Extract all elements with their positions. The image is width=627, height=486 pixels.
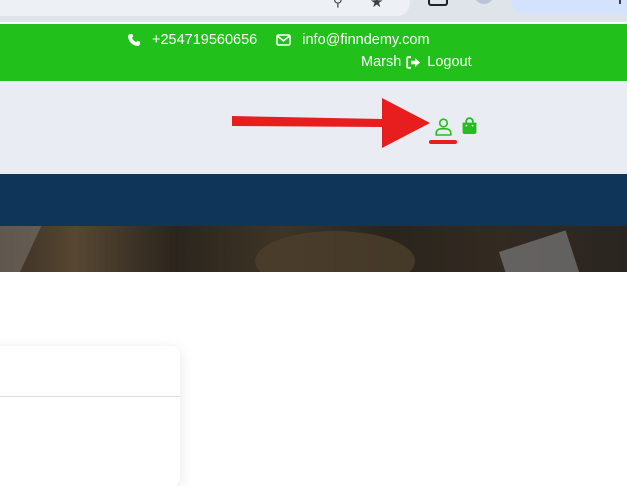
menu-dots-icon[interactable] <box>619 0 621 4</box>
logout-link[interactable]: Logout <box>427 54 471 70</box>
browser-pill-button[interactable] <box>512 0 627 14</box>
email-link[interactable]: info@finndemy.com <box>302 32 429 48</box>
card-divider <box>0 396 180 397</box>
contact-info: +254719560656 info@finndemy.com <box>127 32 430 48</box>
bookmark-star-icon[interactable]: ★ <box>370 0 383 11</box>
envelope-icon <box>276 34 292 46</box>
cart-button[interactable] <box>461 117 479 135</box>
address-bar[interactable] <box>0 0 410 16</box>
phone-icon <box>127 33 141 47</box>
phone-number-link[interactable]: +254719560656 <box>152 32 257 48</box>
profile-avatar-icon[interactable] <box>474 0 494 4</box>
sign-out-icon[interactable] <box>406 55 421 69</box>
extensions-icon[interactable] <box>428 0 448 6</box>
browser-toolbar: ⚲ ★ <box>0 0 627 22</box>
shopping-bag-icon <box>461 117 478 139</box>
account-button[interactable] <box>429 112 459 146</box>
user-icon <box>435 118 452 141</box>
main-navbar <box>0 174 627 226</box>
user-session: Marsh Logout <box>361 54 472 70</box>
hero-image <box>0 226 627 272</box>
content-card <box>0 346 180 486</box>
annotation-underline <box>429 140 457 144</box>
top-contact-bar: +254719560656 info@finndemy.com Marsh Lo… <box>0 24 627 81</box>
username-label: Marsh <box>361 54 402 70</box>
red-arrow-annotation <box>232 98 430 148</box>
zoom-icon[interactable]: ⚲ <box>333 0 343 10</box>
